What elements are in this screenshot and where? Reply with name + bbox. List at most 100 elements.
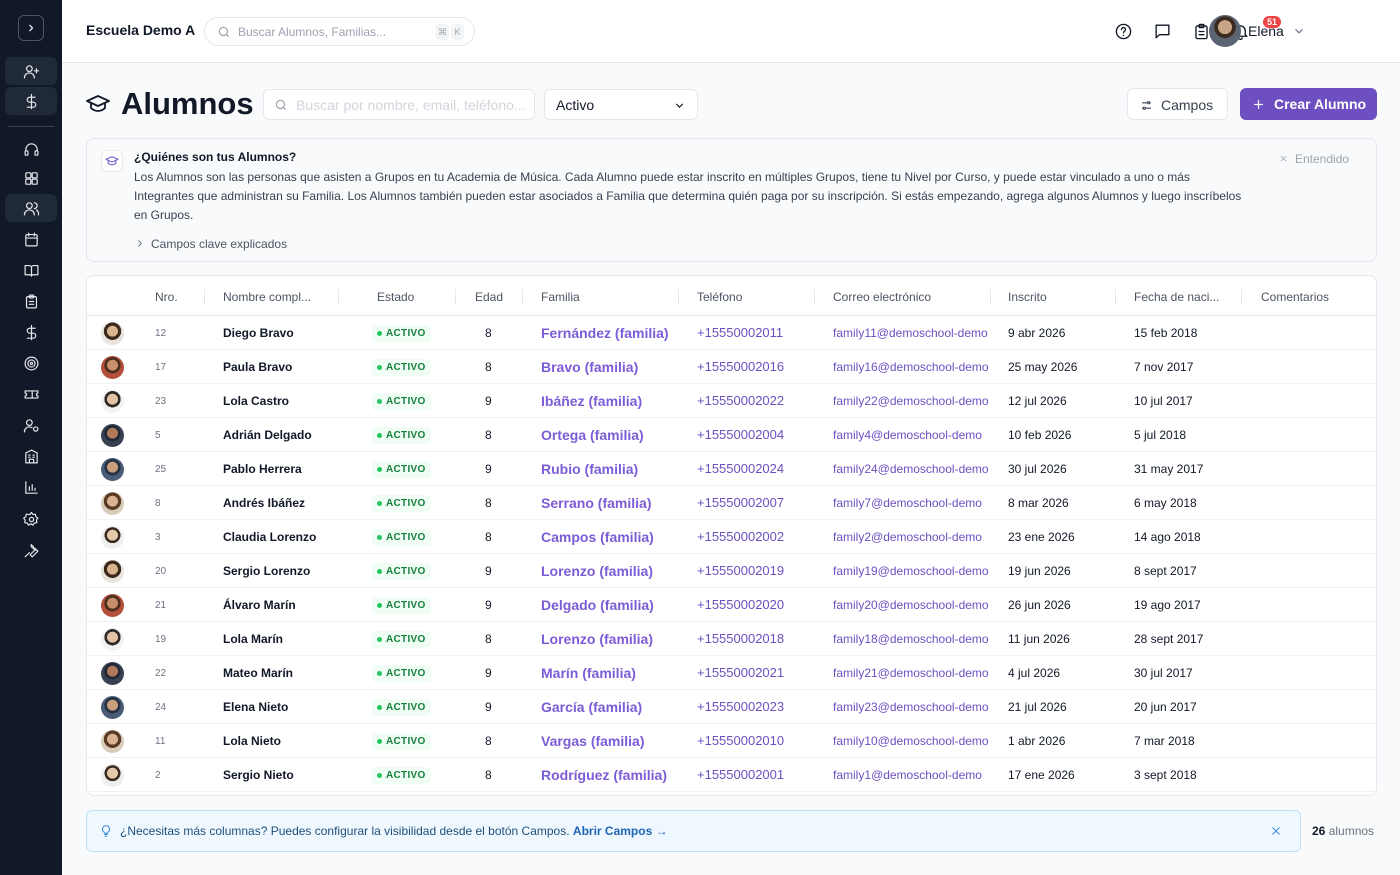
cell-phone-link[interactable]: +15550002010 (697, 733, 784, 748)
help-button[interactable] (1112, 20, 1134, 42)
table-row[interactable]: 2 Sergio Nieto ACTIVO 8 Rodríguez (familia) +… (87, 758, 1376, 792)
student-search-input[interactable]: Buscar por nombre, email, teléfono... (263, 89, 535, 120)
cell-family-link[interactable]: Ibáñez (familia) (541, 393, 642, 409)
sidebar-item-add-student[interactable] (5, 57, 57, 85)
open-campos-link[interactable]: Abrir Campos → (573, 824, 668, 838)
sidebar-item-reports[interactable] (5, 473, 57, 501)
cell-phone-link[interactable]: +15550002007 (697, 495, 784, 510)
sidebar-item-tickets[interactable] (5, 380, 57, 408)
cell-phone-link[interactable]: +15550002011 (697, 325, 783, 340)
column-header-family[interactable]: Familia (541, 290, 580, 304)
table-row[interactable]: 12 Diego Bravo ACTIVO 8 Fernández (familia) +… (87, 316, 1376, 350)
cell-student-name[interactable]: Lola Marín (223, 632, 283, 646)
cell-email-link[interactable]: family10@demoschool-demo (833, 734, 990, 748)
cell-email-link[interactable]: family22@demoschool-demo (833, 394, 990, 408)
cell-family-link[interactable]: Rodríguez (familia) (541, 767, 667, 783)
table-row[interactable]: 3 Claudia Lorenzo ACTIVO 8 Campos (familia) +… (87, 520, 1376, 554)
column-header-email[interactable]: Correo electrónico (833, 290, 931, 304)
cell-student-name[interactable]: Adrián Delgado (223, 428, 312, 442)
column-header-nro[interactable]: Nro. (155, 290, 178, 304)
cell-family-link[interactable]: Ortega (familia) (541, 427, 644, 443)
cell-family-link[interactable]: Lorenzo (familia) (541, 563, 653, 579)
user-menu-name[interactable]: Elena (1248, 23, 1284, 39)
cell-student-name[interactable]: Andrés Ibáñez (223, 496, 305, 510)
cell-phone-link[interactable]: +15550002001 (697, 767, 784, 782)
table-row[interactable]: 22 Mateo Marín ACTIVO 9 Marín (familia) +1555… (87, 656, 1376, 690)
column-header-comments[interactable]: Comentarios (1261, 290, 1329, 304)
column-header-name[interactable]: Nombre compl... (223, 290, 311, 304)
sidebar-toggle-button[interactable] (18, 15, 44, 41)
column-divider[interactable] (1241, 289, 1242, 304)
sidebar-item-staff[interactable] (5, 411, 57, 439)
cell-student-name[interactable]: Pablo Herrera (223, 462, 302, 476)
sidebar-item-tools[interactable] (5, 536, 57, 564)
cell-student-name[interactable]: Diego Bravo (223, 326, 294, 340)
column-header-phone[interactable]: Teléfono (697, 290, 742, 304)
table-row[interactable]: 5 Adrián Delgado ACTIVO 8 Ortega (familia) +1… (87, 418, 1376, 452)
status-filter-select[interactable]: Activo (544, 89, 698, 120)
cell-phone-link[interactable]: +15550002016 (697, 359, 784, 374)
cell-student-name[interactable]: Paula Bravo (223, 360, 292, 374)
table-row[interactable]: 11 Lola Nieto ACTIVO 8 Vargas (familia) +1555… (87, 724, 1376, 758)
key-fields-toggle[interactable]: Campos clave explicados (135, 237, 287, 251)
cell-phone-link[interactable]: +15550002019 (697, 563, 784, 578)
sidebar-item-courses[interactable] (5, 256, 57, 284)
chevron-down-icon[interactable] (1292, 24, 1306, 38)
cell-family-link[interactable]: García (familia) (541, 699, 642, 715)
cell-student-name[interactable]: Claudia Lorenzo (223, 530, 316, 544)
cell-student-name[interactable]: Sergio Lorenzo (223, 564, 310, 578)
sidebar-item-goals[interactable] (5, 349, 57, 377)
table-row[interactable]: 19 Lola Marín ACTIVO 8 Lorenzo (familia) +155… (87, 622, 1376, 656)
cell-email-link[interactable]: family19@demoschool-demo (833, 564, 990, 578)
cell-family-link[interactable]: Bravo (familia) (541, 359, 638, 375)
column-divider[interactable] (1115, 289, 1116, 304)
table-row[interactable]: 20 Sergio Lorenzo ACTIVO 9 Lorenzo (familia)… (87, 554, 1376, 588)
campos-button[interactable]: Campos (1127, 88, 1228, 120)
sidebar-item-organization[interactable] (5, 442, 57, 470)
cell-email-link[interactable]: family2@demoschool-demo (833, 530, 990, 544)
cell-family-link[interactable]: Rubio (familia) (541, 461, 638, 477)
cell-email-link[interactable]: family18@demoschool-demo (833, 632, 990, 646)
dismiss-info-button[interactable]: Entendido (1279, 152, 1349, 166)
sidebar-item-billing[interactable] (5, 318, 57, 346)
cell-student-name[interactable]: Sergio Nieto (223, 768, 294, 782)
sidebar-item-support[interactable] (5, 135, 57, 163)
cell-student-name[interactable]: Mateo Marín (223, 666, 293, 680)
column-divider[interactable] (338, 289, 339, 304)
cell-family-link[interactable]: Campos (familia) (541, 529, 654, 545)
cell-family-link[interactable]: Fernández (familia) (541, 325, 669, 341)
table-row[interactable]: 21 Álvaro Marín ACTIVO 9 Delgado (familia) +1… (87, 588, 1376, 622)
column-divider[interactable] (455, 289, 456, 304)
cell-phone-link[interactable]: +15550002024 (697, 461, 784, 476)
table-row[interactable]: 17 Paula Bravo ACTIVO 8 Bravo (familia) +1555… (87, 350, 1376, 384)
table-row[interactable]: 8 Andrés Ibáñez ACTIVO 8 Serrano (familia) +1… (87, 486, 1376, 520)
table-row[interactable]: 24 Elena Nieto ACTIVO 9 García (familia) +155… (87, 690, 1376, 724)
close-icon[interactable] (1270, 825, 1282, 837)
cell-email-link[interactable]: family16@demoschool-demo (833, 360, 990, 374)
create-student-button[interactable]: Crear Alumno (1240, 88, 1377, 120)
cell-email-link[interactable]: family20@demoschool-demo (833, 598, 990, 612)
cell-family-link[interactable]: Serrano (familia) (541, 495, 651, 511)
sidebar-item-payments[interactable] (5, 87, 57, 115)
cell-phone-link[interactable]: +15550002022 (697, 393, 784, 408)
cell-phone-link[interactable]: +15550002021 (697, 665, 784, 680)
column-divider[interactable] (990, 289, 991, 304)
sidebar-item-settings[interactable] (5, 505, 57, 533)
global-search-input[interactable]: Buscar Alumnos, Familias... ⌘ K (204, 17, 475, 46)
sidebar-item-calendar[interactable] (5, 225, 57, 253)
cell-family-link[interactable]: Lorenzo (familia) (541, 631, 653, 647)
sidebar-item-dashboard[interactable] (5, 164, 57, 192)
cell-email-link[interactable]: family23@demoschool-demo (833, 700, 990, 714)
cell-student-name[interactable]: Elena Nieto (223, 700, 288, 714)
column-divider[interactable] (814, 289, 815, 304)
messages-button[interactable] (1151, 20, 1173, 42)
cell-student-name[interactable]: Lola Castro (223, 394, 289, 408)
cell-email-link[interactable]: family7@demoschool-demo (833, 496, 990, 510)
column-header-age[interactable]: Edad (475, 290, 503, 304)
cell-phone-link[interactable]: +15550002023 (697, 699, 784, 714)
cell-phone-link[interactable]: +15550002004 (697, 427, 784, 442)
cell-email-link[interactable]: family1@demoschool-demo (833, 768, 990, 782)
cell-student-name[interactable]: Lola Nieto (223, 734, 281, 748)
column-header-birthdate[interactable]: Fecha de naci... (1134, 290, 1219, 304)
cell-family-link[interactable]: Delgado (familia) (541, 597, 654, 613)
